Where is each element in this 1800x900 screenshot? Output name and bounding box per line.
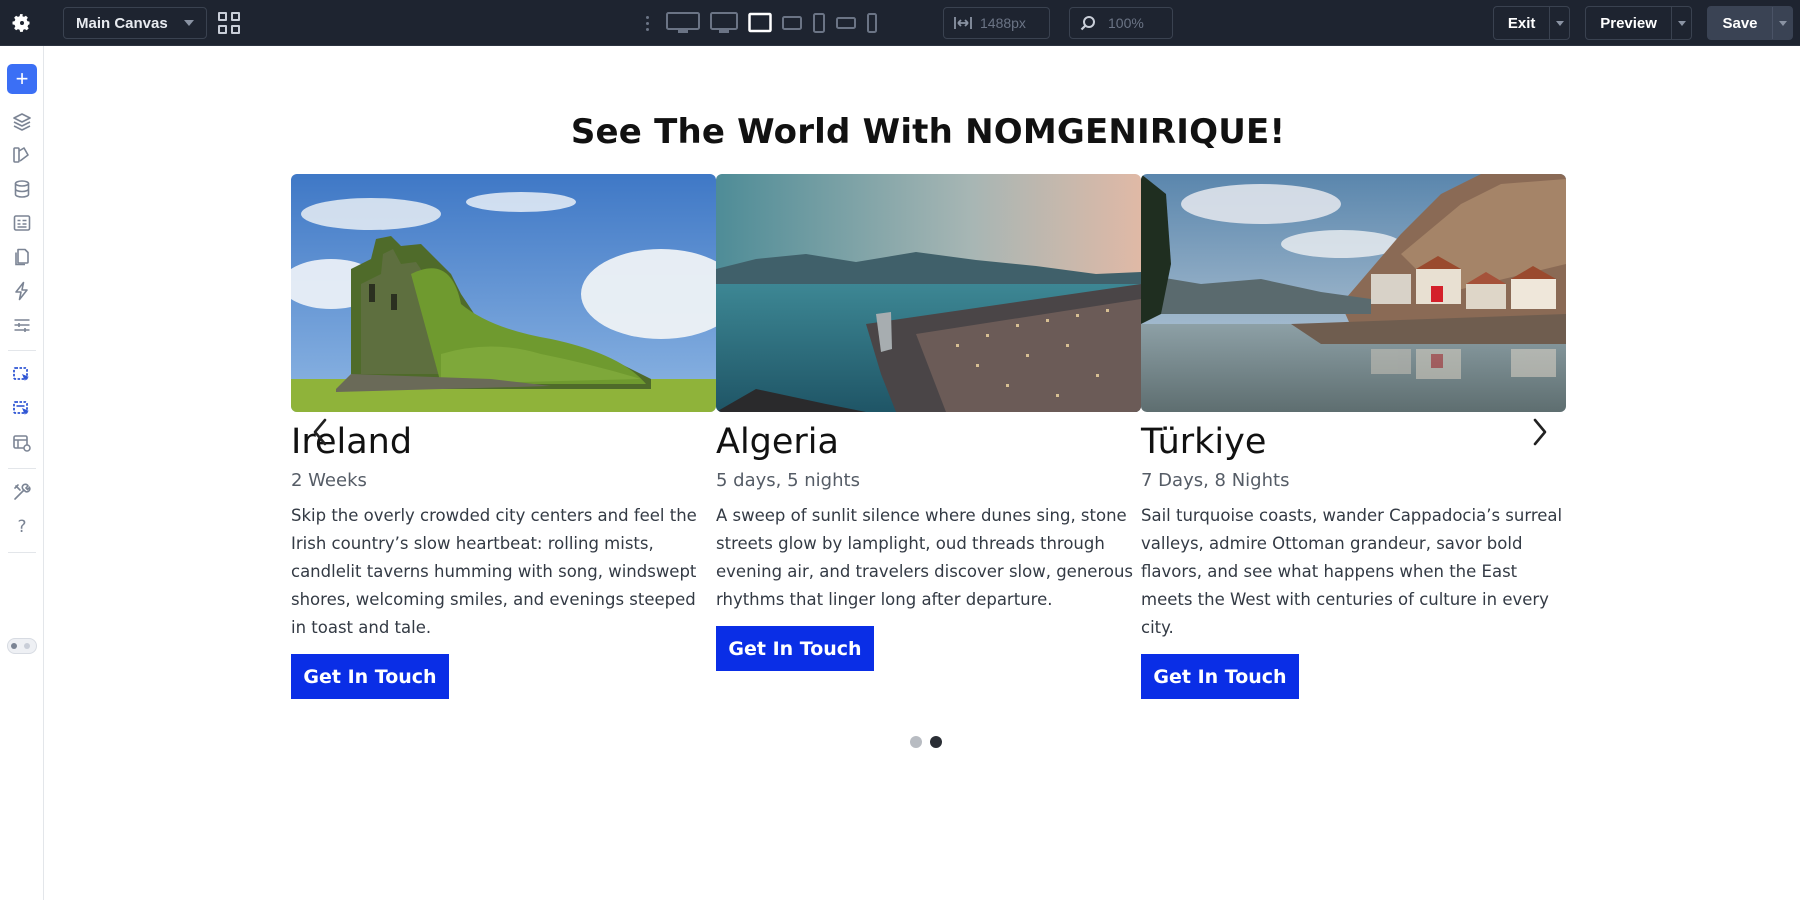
card-title: Türkiye bbox=[1141, 422, 1267, 462]
search-icon bbox=[1080, 16, 1095, 31]
sidebar-divider bbox=[8, 350, 36, 351]
ireland-castle-image bbox=[291, 174, 716, 412]
destination-card-algeria: Algeria 5 days, 5 nights A sweep of sunl… bbox=[716, 174, 1141, 671]
turkiye-riverside-image bbox=[1141, 174, 1566, 412]
width-resize-icon bbox=[954, 17, 972, 29]
help-icon[interactable]: ? bbox=[11, 516, 33, 538]
component-library-icon[interactable] bbox=[11, 398, 33, 420]
desktop-icon[interactable] bbox=[710, 8, 738, 38]
component-cursor-icon[interactable] bbox=[11, 364, 33, 386]
zoom-value: 100% bbox=[1108, 15, 1144, 31]
canvas-width-value: 1488px bbox=[980, 15, 1026, 31]
slider-pagination bbox=[910, 736, 942, 748]
card-duration: 2 Weeks bbox=[291, 470, 367, 491]
top-toolbar: Main Canvas 1488px 100% Exit Preview Sav… bbox=[0, 0, 1800, 46]
mobile-landscape-icon[interactable] bbox=[836, 8, 856, 38]
slider-prev-arrow-icon[interactable] bbox=[308, 414, 332, 450]
templates-icon[interactable] bbox=[11, 314, 33, 336]
layers-icon[interactable] bbox=[11, 111, 33, 133]
pagination-dot-active[interactable] bbox=[930, 736, 942, 748]
card-description: A sweep of sunlit silence where dunes si… bbox=[716, 506, 1134, 609]
grid-view-icon[interactable] bbox=[218, 12, 240, 34]
toggle-dot-icon bbox=[24, 643, 30, 649]
tablet-portrait-icon[interactable] bbox=[812, 8, 826, 38]
save-button[interactable]: Save bbox=[1708, 7, 1772, 39]
preview-button[interactable]: Preview bbox=[1586, 7, 1671, 39]
interactions-lightning-icon[interactable] bbox=[11, 280, 33, 302]
card-description: Skip the overly crowded city centers and… bbox=[291, 506, 697, 637]
database-icon[interactable] bbox=[11, 178, 33, 200]
page-settings-icon[interactable] bbox=[11, 432, 33, 454]
get-in-touch-button[interactable]: Get In Touch bbox=[716, 626, 874, 671]
laptop-icon-active[interactable] bbox=[748, 8, 772, 38]
tools-icon[interactable] bbox=[11, 481, 33, 503]
chevron-down-icon bbox=[184, 20, 194, 26]
style-guide-icon[interactable] bbox=[11, 144, 33, 166]
card-description: Sail turquoise coasts, wander Cappadocia… bbox=[1141, 506, 1563, 637]
settings-gear-icon[interactable] bbox=[0, 0, 44, 46]
sidebar-divider bbox=[8, 468, 36, 469]
main-canvas: See The World With NOMGENIRIQUE! Ireland… bbox=[44, 46, 1800, 900]
preview-dropdown-icon[interactable] bbox=[1671, 7, 1691, 39]
save-dropdown-icon[interactable] bbox=[1772, 7, 1792, 39]
card-duration: 5 days, 5 nights bbox=[716, 470, 860, 491]
exit-button[interactable]: Exit bbox=[1494, 7, 1549, 39]
preview-button-group: Preview bbox=[1585, 6, 1692, 40]
desktop-wide-icon[interactable] bbox=[666, 8, 700, 38]
toggle-dot-icon bbox=[11, 643, 17, 649]
tablet-landscape-icon[interactable] bbox=[782, 8, 802, 38]
card-title: Algeria bbox=[716, 422, 839, 462]
canvas-select[interactable]: Main Canvas bbox=[63, 7, 207, 39]
pages-icon[interactable] bbox=[11, 246, 33, 268]
destination-card-ireland: Ireland 2 Weeks Skip the overly crowded … bbox=[291, 174, 716, 699]
pagination-dot[interactable] bbox=[910, 736, 922, 748]
theme-toggle[interactable] bbox=[7, 638, 37, 654]
save-button-group: Save bbox=[1707, 6, 1793, 40]
canvas-width-input[interactable]: 1488px bbox=[943, 7, 1050, 39]
slider-next-arrow-icon[interactable] bbox=[1528, 414, 1552, 450]
canvas-select-value: Main Canvas bbox=[76, 14, 168, 32]
algeria-coast-image bbox=[716, 174, 1141, 412]
page-heading: See The World With NOMGENIRIQUE! bbox=[570, 112, 1286, 152]
get-in-touch-button[interactable]: Get In Touch bbox=[1141, 654, 1299, 699]
zoom-input[interactable]: 100% bbox=[1069, 7, 1173, 39]
forms-icon[interactable] bbox=[11, 212, 33, 234]
exit-button-group: Exit bbox=[1493, 6, 1570, 40]
sidebar-divider bbox=[8, 552, 36, 553]
mobile-portrait-icon[interactable] bbox=[866, 8, 878, 38]
add-element-button[interactable]: + bbox=[7, 64, 37, 94]
card-title: Ireland bbox=[291, 422, 413, 462]
get-in-touch-button[interactable]: Get In Touch bbox=[291, 654, 449, 699]
device-switcher bbox=[646, 8, 888, 38]
more-vertical-icon[interactable] bbox=[646, 15, 650, 31]
left-sidebar: + ? bbox=[0, 46, 44, 900]
exit-dropdown-icon[interactable] bbox=[1549, 7, 1569, 39]
destination-card-turkiye: Türkiye 7 Days, 8 Nights Sail turquoise … bbox=[1141, 174, 1566, 699]
card-duration: 7 Days, 8 Nights bbox=[1141, 470, 1290, 491]
